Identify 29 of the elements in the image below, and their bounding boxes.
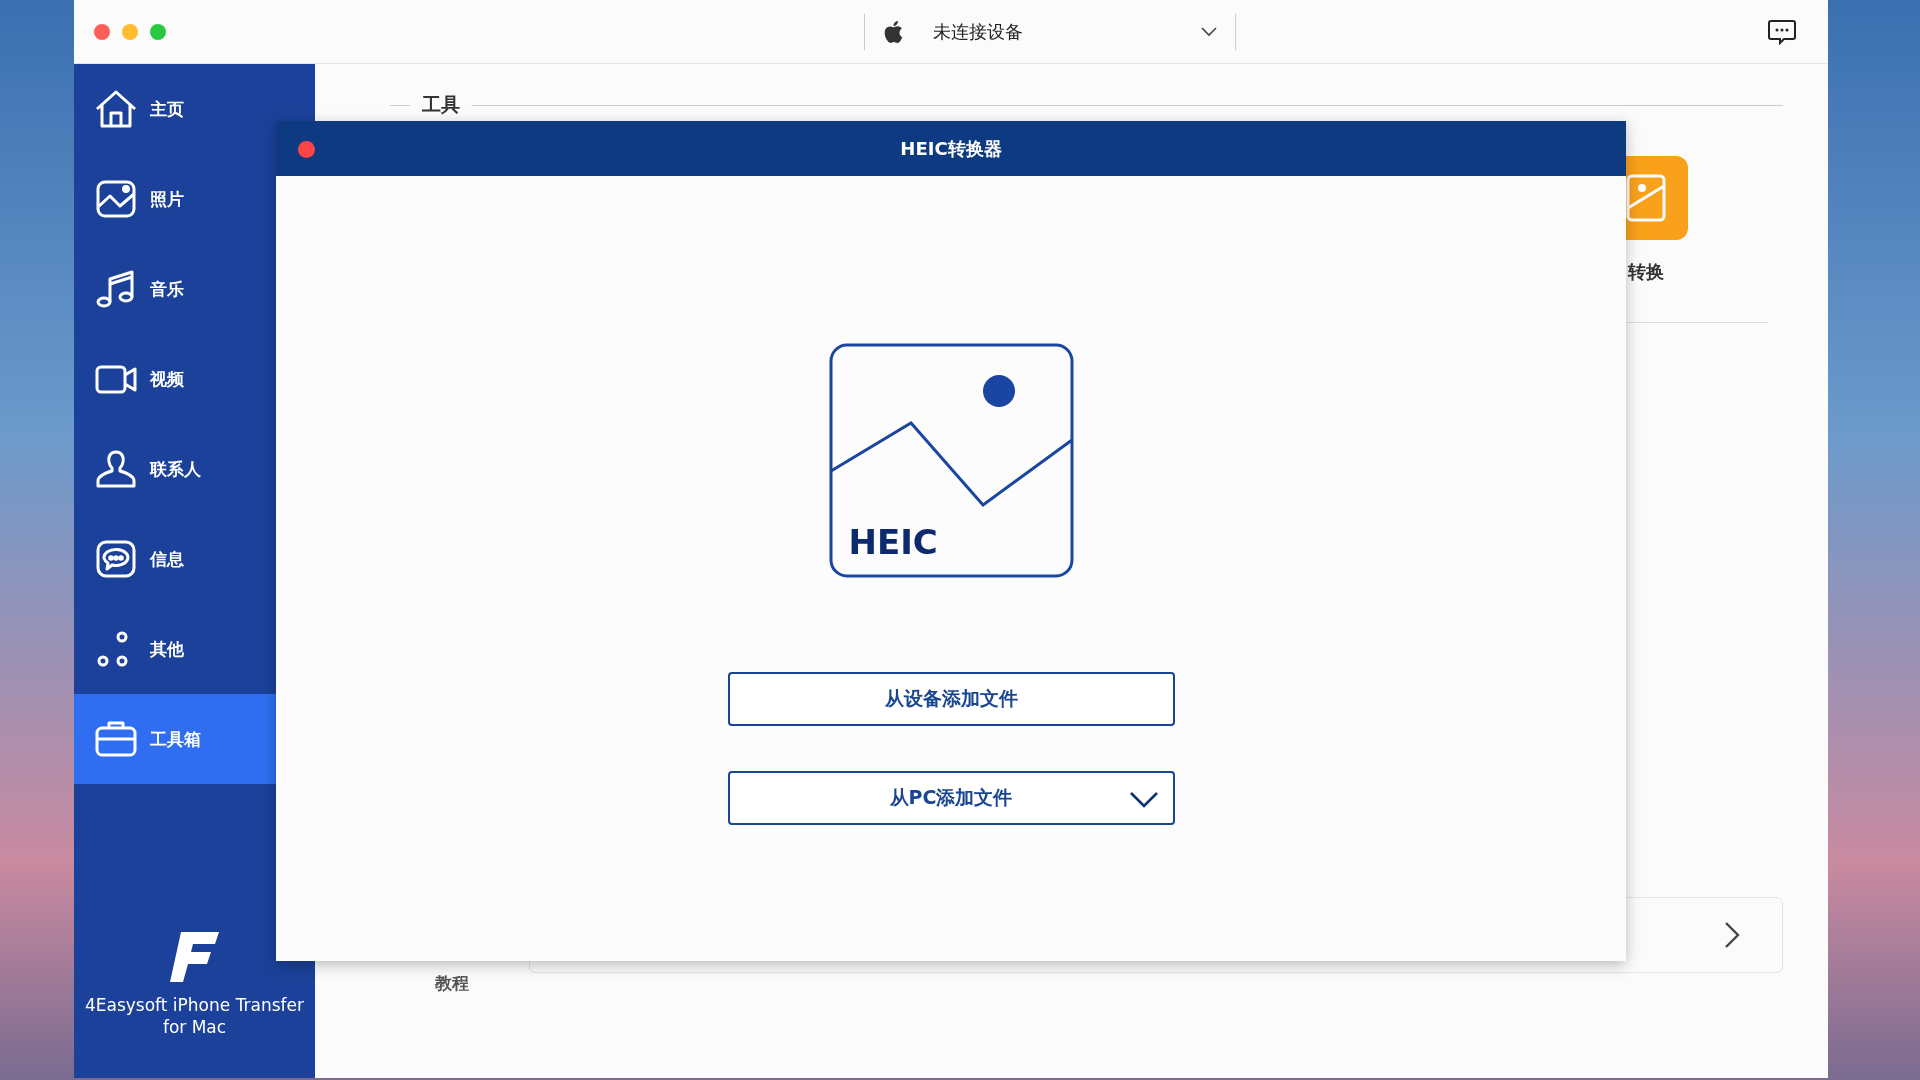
apple-icon <box>883 19 903 44</box>
sidebar-item[interactable]: 照片 <box>74 154 315 244</box>
device-selector[interactable]: 未连接设备 <box>864 13 1236 50</box>
heic-image-icon: HEIC <box>828 343 1074 578</box>
tutorial-label: 教程 <box>435 972 469 995</box>
chevron-right-icon <box>1724 921 1742 949</box>
sidebar-item[interactable]: 视频 <box>74 334 315 424</box>
sidebar-item[interactable]: 信息 <box>74 514 315 604</box>
chat-icon[interactable] <box>1768 18 1796 45</box>
photo-icon <box>94 179 138 219</box>
message-icon <box>94 539 138 579</box>
dropdown-button[interactable]: 从PC添加文件 <box>727 771 1175 825</box>
sidebar-item[interactable]: 主页 <box>74 64 315 154</box>
sidebar-item[interactable]: 音乐 <box>74 244 315 334</box>
toolbox-icon <box>94 719 138 759</box>
add-file-button[interactable]: 从设备添加文件 <box>727 672 1175 726</box>
caret-icon <box>1128 791 1159 809</box>
sidebar-item[interactable]: 其他 <box>74 604 315 694</box>
app-name: 4Easysoft iPhone Transfer for Mac <box>83 993 306 1038</box>
close-button[interactable] <box>298 141 315 158</box>
sidebar-item[interactable]: 联系人 <box>74 424 315 514</box>
chevron-down-icon <box>1201 26 1217 37</box>
home-icon <box>94 89 138 129</box>
close-button[interactable] <box>94 23 110 40</box>
minimize-button[interactable] <box>122 23 138 40</box>
zoom-button[interactable] <box>150 23 166 40</box>
section-title: 工具 <box>422 92 460 117</box>
contact-icon <box>94 449 138 489</box>
dialog-title: HEIC转换器 <box>900 136 1002 161</box>
